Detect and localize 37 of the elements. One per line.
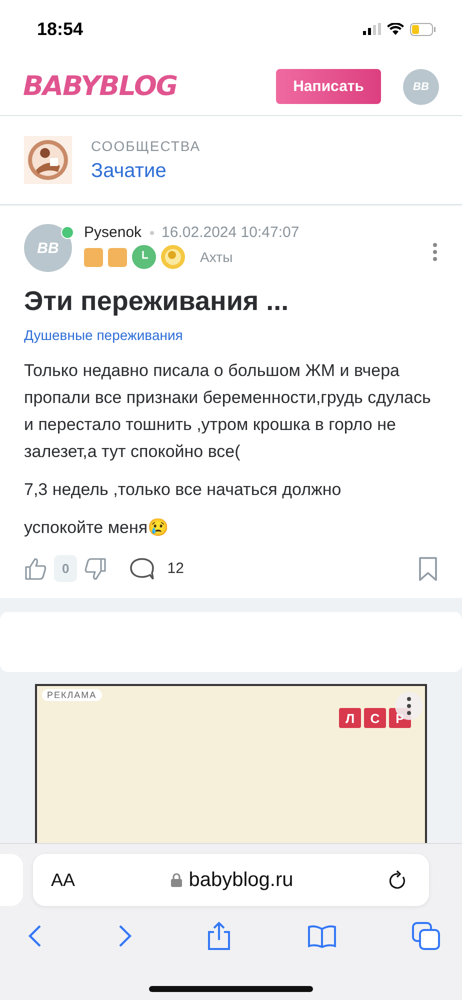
address-bar[interactable]: AA babyblog.ru <box>33 854 429 906</box>
post-paragraph: Только недавно писала о большом ЖМ и вчера пропали все признаки беременности,грудь сдулась и перестало тошнить ,утром крошка в горло не залезет,а тут спокойно все( <box>24 360 432 463</box>
text-size-button[interactable]: AA <box>51 870 76 890</box>
author-city: Ахты <box>200 249 233 265</box>
book-icon[interactable] <box>306 924 336 948</box>
comment-count: 12 <box>167 560 184 577</box>
separator-dot <box>150 230 154 234</box>
author-name[interactable]: Pysenok <box>84 224 142 241</box>
lock-icon <box>170 873 182 887</box>
post-paragraph: 7,3 недель ,только все начаться должно <box>24 479 342 501</box>
thumbs-up-icon[interactable] <box>24 556 48 580</box>
reload-icon[interactable] <box>389 870 407 890</box>
write-button[interactable]: Написать <box>276 69 381 104</box>
comment-icon[interactable] <box>129 556 156 580</box>
thumbs-down-icon[interactable] <box>83 556 108 580</box>
wifi-icon <box>387 23 404 35</box>
back-icon[interactable] <box>28 924 42 948</box>
url-text: babyblog.ru <box>188 868 294 892</box>
forward-icon[interactable] <box>118 924 132 948</box>
tabs-icon[interactable] <box>412 922 440 950</box>
community-icon <box>24 136 72 184</box>
vote-count: 0 <box>54 555 78 582</box>
post-date: 16.02.2024 10:47:07 <box>162 224 300 241</box>
battery-icon <box>410 22 436 36</box>
logo-letter: Л <box>339 708 361 728</box>
status-time: 18:54 <box>37 18 84 40</box>
post-paragraph: успокойте меня😢 <box>24 517 170 539</box>
category-link[interactable]: Душевные переживания <box>24 327 438 343</box>
section-label: СООБЩЕСТВА <box>91 138 201 154</box>
ad-label: РЕКЛАМА <box>42 689 102 701</box>
logo[interactable]: BABYBLOG <box>23 71 178 102</box>
bookmark-icon[interactable] <box>418 556 438 580</box>
signal-icon <box>363 23 381 35</box>
community-link[interactable]: Зачатие <box>91 160 201 182</box>
post-title: Эти переживания ... <box>24 286 290 317</box>
logo-letter: С <box>364 708 386 728</box>
share-icon[interactable] <box>207 922 231 950</box>
